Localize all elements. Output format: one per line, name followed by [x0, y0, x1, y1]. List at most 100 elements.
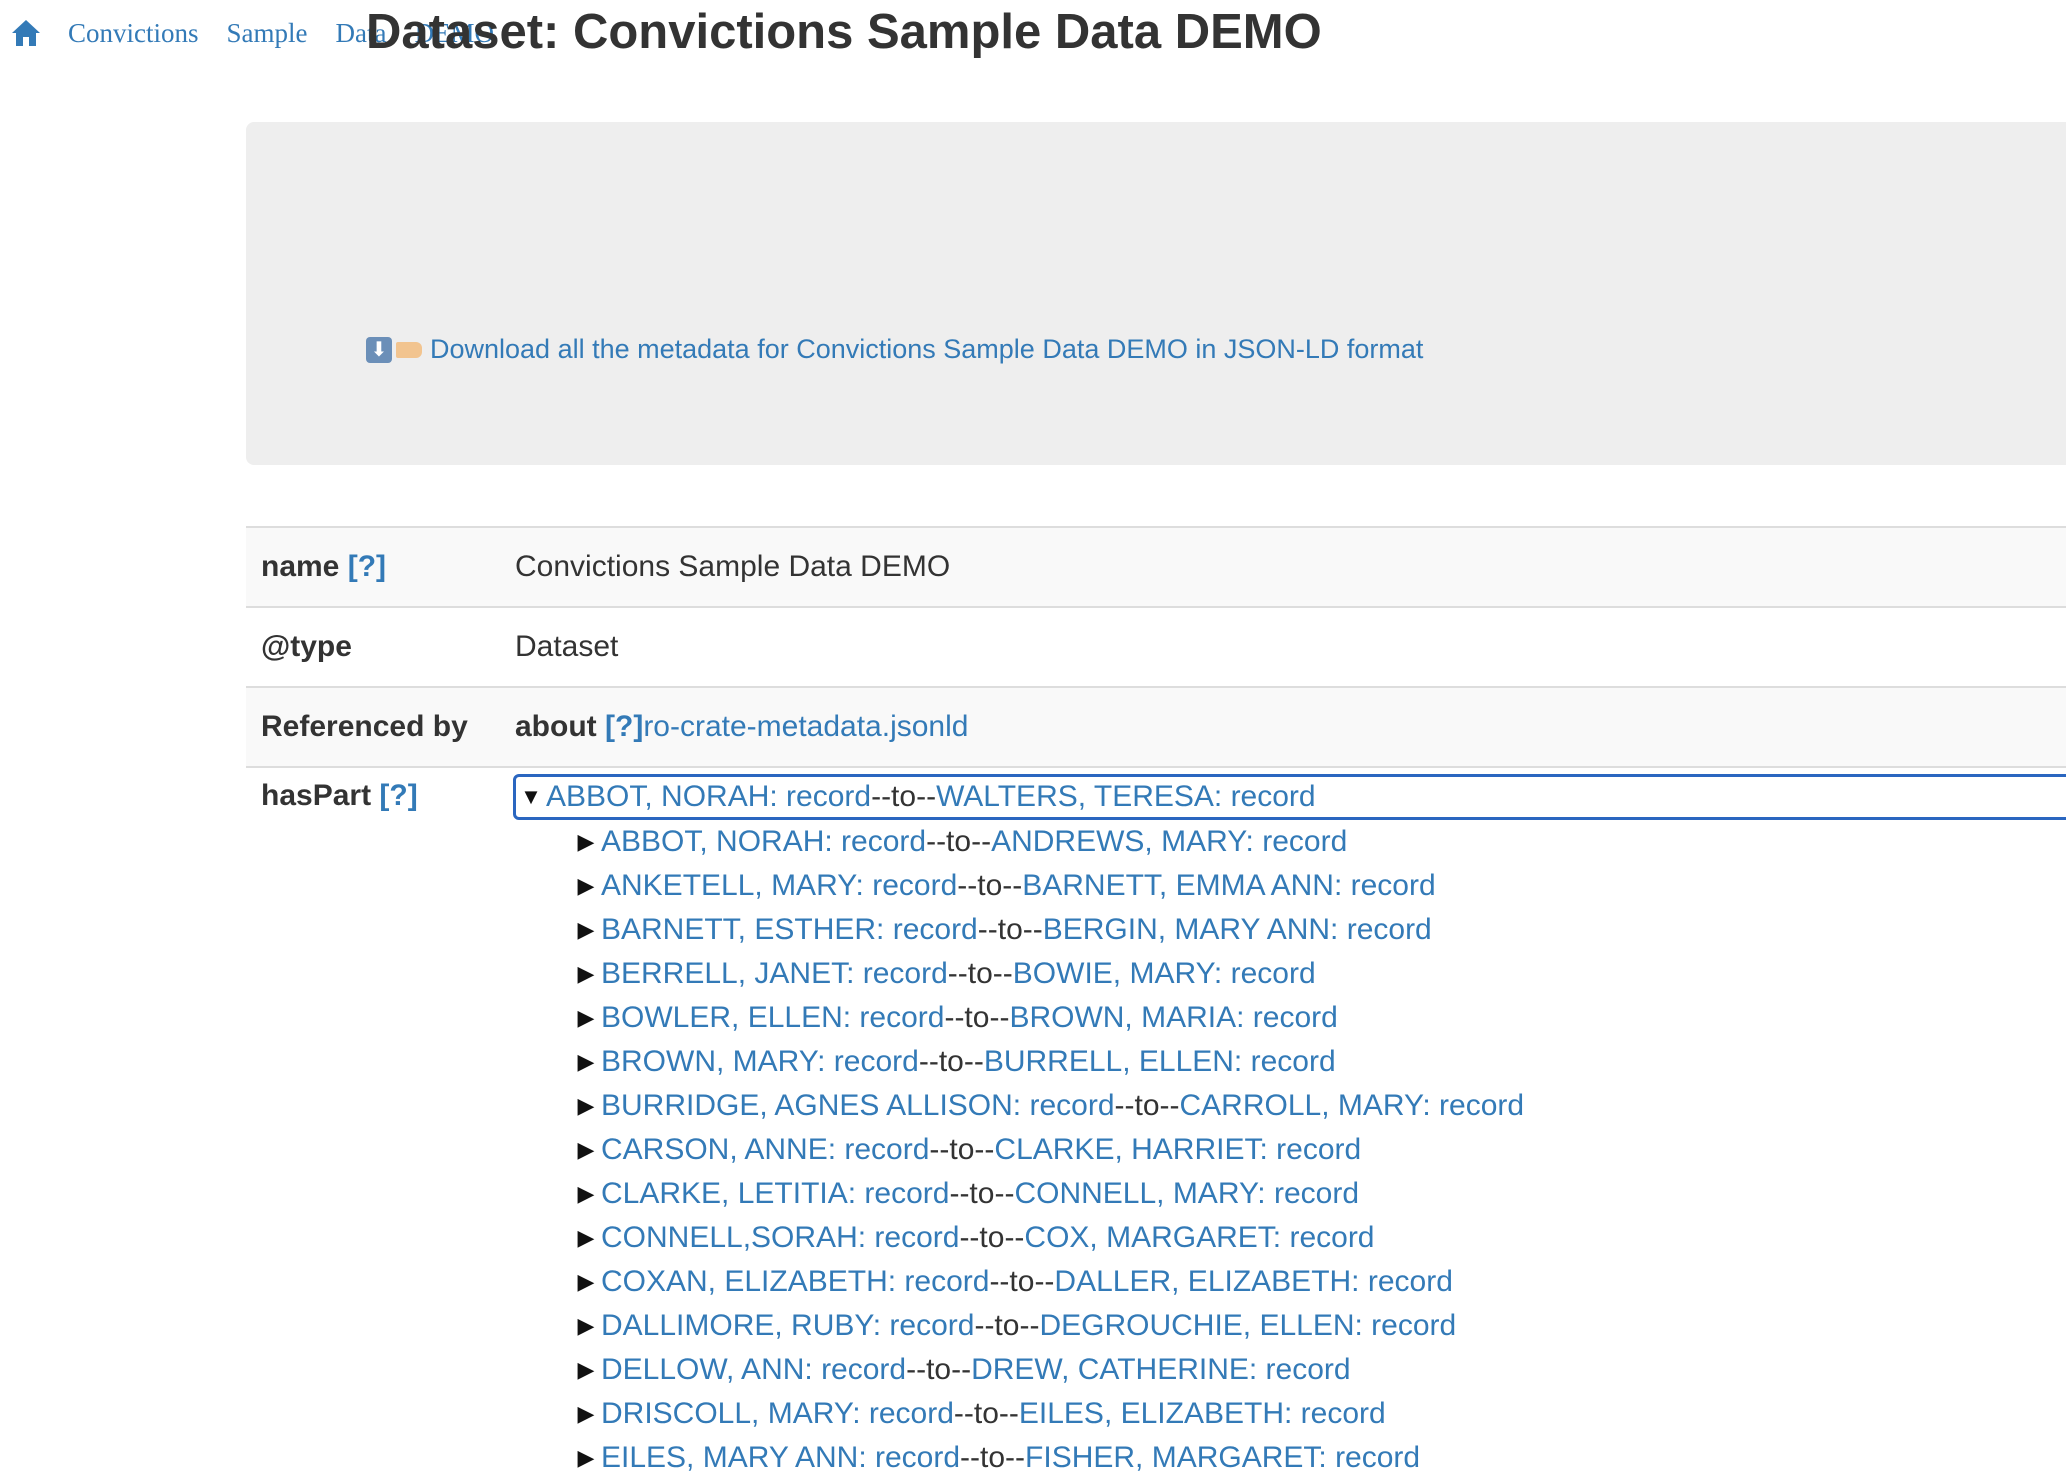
tree-separator: --to-- [959, 1221, 1025, 1254]
tree-item-from-link[interactable]: BROWN, MARY: record [601, 1045, 919, 1079]
collapsed-triangle-icon[interactable]: ▶ [571, 1269, 601, 1295]
help-link-haspart[interactable]: [?] [379, 779, 417, 813]
collapsed-triangle-icon[interactable]: ▶ [571, 1357, 601, 1383]
tree-item[interactable]: ▶ BERRELL, JANET: record --to-- BOWIE, MARY… [571, 952, 2066, 996]
breadcrumb-item-convictions[interactable]: Convictions [68, 18, 199, 49]
tree-item-from-link[interactable]: CONNELL,SORAH: record [601, 1221, 959, 1255]
tree-item[interactable]: ▶ BOWLER, ELLEN: record --to-- BROWN, MARIA… [571, 996, 2066, 1040]
collapsed-triangle-icon[interactable]: ▶ [571, 1401, 601, 1427]
property-key-type: @type [261, 630, 352, 663]
tree-item-to-link[interactable]: BOWIE, MARY: record [1013, 957, 1316, 991]
tree-item-from-link[interactable]: BOWLER, ELLEN: record [601, 1001, 944, 1035]
tree-item-from-link[interactable]: ANKETELL, MARY: record [601, 869, 957, 903]
tree-separator: --to-- [929, 1133, 995, 1166]
tree-item-from-link[interactable]: CARSON, ANNE: record [601, 1133, 929, 1167]
tree-separator: --to-- [871, 780, 937, 813]
tree-item-to-link[interactable]: CONNELL, MARY: record [1014, 1177, 1359, 1211]
tree-item[interactable]: ▶ DELLOW, ANN: record --to-- DREW, CATHERIN… [571, 1348, 2066, 1392]
tree-item-to-link[interactable]: COX, MARGARET: record [1024, 1221, 1374, 1255]
tree-item[interactable]: ▶ CLARKE, LETITIA: record --to-- CONNELL, M… [571, 1172, 2066, 1216]
tree-item-from-link[interactable]: DELLOW, ANN: record [601, 1353, 906, 1387]
tree-item[interactable]: ▶ BURRIDGE, AGNES ALLISON: record --to-- CA… [571, 1084, 2066, 1128]
tree-item-to-link[interactable]: ANDREWS, MARY: record [991, 825, 1347, 859]
tree-item-from-link[interactable]: DALLIMORE, RUBY: record [601, 1309, 974, 1343]
tree-item-to-link[interactable]: DALLER, ELIZABETH: record [1054, 1265, 1452, 1299]
collapsed-triangle-icon[interactable]: ▶ [571, 1137, 601, 1163]
home-icon[interactable] [10, 17, 42, 49]
tree-separator: --to-- [906, 1353, 972, 1386]
tree-item[interactable]: ▶ DRISCOLL, MARY: record --to-- EILES, ELIZ… [571, 1392, 2066, 1436]
tree-separator: --to-- [989, 1265, 1055, 1298]
property-key-haspart: hasPart [261, 779, 372, 812]
download-metadata-link[interactable]: Download all the metadata for Conviction… [430, 334, 1423, 365]
tree-item-to-link[interactable]: DEGROUCHIE, ELLEN: record [1039, 1309, 1456, 1343]
tree-item-to-link[interactable]: CARROLL, MARY: record [1180, 1089, 1525, 1123]
breadcrumb-item-sample[interactable]: Sample [227, 18, 308, 49]
tag-icon [396, 341, 422, 358]
tree-separator: --to-- [974, 1309, 1040, 1342]
tree-item-from-link[interactable]: BARNETT, ESTHER: record [601, 913, 978, 947]
tree-separator: --to-- [926, 825, 992, 858]
tree-item-to-link[interactable]: BURRELL, ELLEN: record [984, 1045, 1336, 1079]
tree-separator: --to-- [977, 913, 1043, 946]
tree-item-from-link[interactable]: ABBOT, NORAH: record [601, 825, 926, 859]
tree-item-to-link[interactable]: FISHER, MARGARET: record [1025, 1441, 1420, 1475]
tree-separator: --to-- [944, 1001, 1010, 1034]
collapsed-triangle-icon[interactable]: ▶ [571, 1093, 601, 1119]
collapsed-triangle-icon[interactable]: ▶ [571, 1181, 601, 1207]
tree-item[interactable]: ▶ ABBOT, NORAH: record --to-- ANDREWS, MARY… [571, 820, 2066, 864]
tree-root-to-link[interactable]: WALTERS, TERESA: record [936, 780, 1316, 814]
expanded-triangle-icon: ▼ [520, 784, 542, 809]
header-panel: Dataset: Convictions Sample Data DEMO ⬇ … [246, 5, 2066, 465]
property-value-name: Convictions Sample Data DEMO [515, 550, 951, 583]
help-link-about[interactable]: [?] [605, 710, 643, 744]
collapsed-triangle-icon[interactable]: ▶ [571, 873, 601, 899]
tree-item-to-link[interactable]: DREW, CATHERINE: record [971, 1353, 1351, 1387]
tree-root-summary[interactable]: ▼ ABBOT, NORAH: record --to-- WALTERS, TER… [513, 774, 2066, 820]
tree-item-to-link[interactable]: BERGIN, MARY ANN: record [1043, 913, 1432, 947]
collapsed-triangle-icon[interactable]: ▶ [571, 1313, 601, 1339]
tree-separator: --to-- [957, 869, 1023, 902]
tree-item-to-link[interactable]: CLARKE, HARRIET: record [994, 1133, 1361, 1167]
ro-crate-metadata-link[interactable]: ro-crate-metadata.jsonld [643, 710, 968, 744]
tree-item-from-link[interactable]: DRISCOLL, MARY: record [601, 1397, 954, 1431]
help-link-name[interactable]: [?] [348, 550, 386, 584]
tree-separator: --to-- [960, 1441, 1026, 1474]
tree-item-from-link[interactable]: COXAN, ELIZABETH: record [601, 1265, 989, 1299]
tree-item[interactable]: ▶ CARSON, ANNE: record --to-- CLARKE, HARRI… [571, 1128, 2066, 1172]
collapsed-triangle-icon[interactable]: ▶ [571, 1005, 601, 1031]
tree-root-from-link[interactable]: ABBOT, NORAH: record [546, 780, 871, 814]
collapsed-triangle-icon[interactable]: ▶ [571, 1225, 601, 1251]
collapsed-triangle-icon[interactable]: ▶ [571, 1049, 601, 1075]
tree-item[interactable]: ▶ CONNELL,SORAH: record --to-- COX, MARGARE… [571, 1216, 2066, 1260]
tree-separator: --to-- [949, 1177, 1015, 1210]
collapsed-triangle-icon[interactable]: ▶ [571, 961, 601, 987]
tree-children-list: ▶ ABBOT, NORAH: record --to-- ANDREWS, MARY… [515, 820, 2066, 1480]
collapsed-triangle-icon[interactable]: ▶ [571, 829, 601, 855]
property-key-referenced-by: Referenced by [261, 710, 468, 743]
tree-item-from-link[interactable]: BURRIDGE, AGNES ALLISON: record [601, 1089, 1115, 1123]
collapsed-triangle-icon[interactable]: ▶ [571, 917, 601, 943]
tree-separator: --to-- [1114, 1089, 1180, 1122]
tree-separator: --to-- [918, 1045, 984, 1078]
table-row-referenced-by: Referenced by about [?] ro-crate-metadata… [246, 687, 2066, 767]
tree-item[interactable]: ▶ DALLIMORE, RUBY: record --to-- DEGROUCHIE… [571, 1304, 2066, 1348]
properties-table: name [?] Convictions Sample Data DEMO @t… [246, 526, 2066, 1480]
tree-separator: --to-- [947, 957, 1013, 990]
tree-item-from-link[interactable]: CLARKE, LETITIA: record [601, 1177, 949, 1211]
tree-item-to-link[interactable]: BARNETT, EMMA ANN: record [1022, 869, 1435, 903]
tree-item[interactable]: ▶ COXAN, ELIZABETH: record --to-- DALLER, E… [571, 1260, 2066, 1304]
table-row-type: @type Dataset [246, 607, 2066, 687]
tree-item[interactable]: ▶ EILES, MARY ANN: record --to-- FISHER, MA… [571, 1436, 2066, 1480]
tree-item[interactable]: ▶ BROWN, MARY: record --to-- BURRELL, ELLEN… [571, 1040, 2066, 1084]
tree-item[interactable]: ▶ BARNETT, ESTHER: record --to-- BERGIN, MA… [571, 908, 2066, 952]
table-row-haspart: hasPart [?] ▼ ABBOT, NORAH: record --to--… [246, 767, 2066, 1480]
collapsed-triangle-icon[interactable]: ▶ [571, 1445, 601, 1471]
property-value-type: Dataset [515, 630, 619, 663]
tree-item-to-link[interactable]: EILES, ELIZABETH: record [1019, 1397, 1386, 1431]
tree-item-from-link[interactable]: BERRELL, JANET: record [601, 957, 948, 991]
tree-item-from-link[interactable]: EILES, MARY ANN: record [601, 1441, 960, 1475]
tree-item[interactable]: ▶ ANKETELL, MARY: record --to-- BARNETT, EM… [571, 864, 2066, 908]
page-title: Dataset: Convictions Sample Data DEMO [366, 5, 1322, 59]
tree-item-to-link[interactable]: BROWN, MARIA: record [1009, 1001, 1337, 1035]
